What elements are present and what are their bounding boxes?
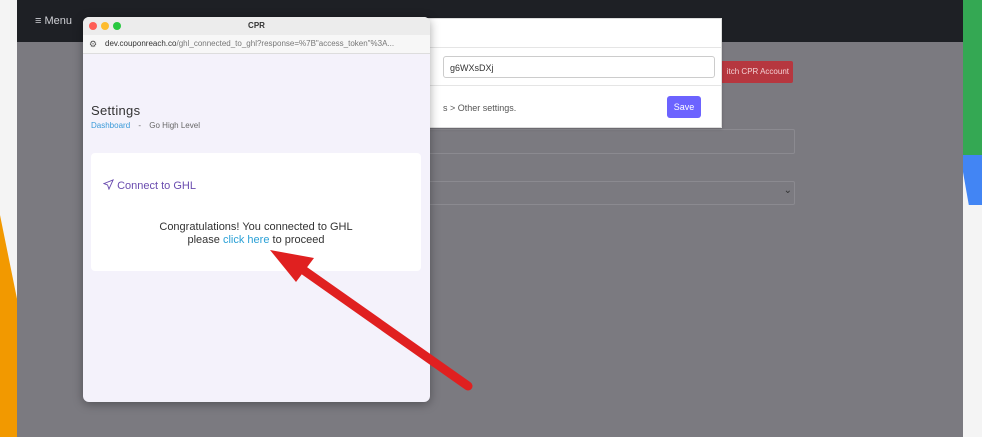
- popup-titlebar: CPR: [83, 17, 430, 35]
- maximize-window-button[interactable]: [113, 22, 121, 30]
- popup-title: CPR: [248, 21, 265, 30]
- site-settings-icon[interactable]: ⚙: [89, 35, 97, 53]
- success-line-2-suffix: to proceed: [269, 234, 325, 246]
- breadcrumb-current: Go High Level: [149, 121, 200, 130]
- breadcrumb-dashboard-link[interactable]: Dashboard: [91, 121, 130, 130]
- card-heading-text: Connect to GHL: [117, 180, 196, 192]
- switch-account-button[interactable]: itch CPR Account: [714, 61, 793, 83]
- address-bar[interactable]: ⚙ dev.couponreach.co/ghl_connected_to_gh…: [83, 35, 430, 54]
- breadcrumb-separator: -: [138, 121, 142, 130]
- popup-window: CPR ⚙ dev.couponreach.co/ghl_connected_t…: [83, 17, 430, 402]
- success-line-1: Congratulations! You connected to GHL: [159, 221, 353, 233]
- success-line-2: please click here to proceed: [91, 234, 421, 247]
- url-path: /ghl_connected_to_ghl?response=%7B"acces…: [176, 39, 395, 48]
- api-key-input[interactable]: g6WXsDXj: [443, 56, 715, 78]
- desktop-wallpaper-orange: [0, 215, 18, 437]
- url-host: dev.couponreach.co: [105, 39, 177, 48]
- chevron-down-icon: ⌄: [783, 185, 792, 196]
- modal-hint-text: s > Other settings.: [443, 103, 517, 113]
- url-text: dev.couponreach.co/ghl_connected_to_ghl?…: [105, 35, 394, 53]
- menu-button[interactable]: ≡ Menu: [35, 15, 72, 27]
- success-line-2-prefix: please: [187, 234, 223, 246]
- breadcrumb: Dashboard - Go High Level: [91, 121, 200, 130]
- success-message: Congratulations! You connected to GHL pl…: [91, 221, 421, 247]
- page-title: Settings: [91, 103, 141, 118]
- send-icon: [102, 179, 114, 193]
- click-here-link[interactable]: click here: [223, 234, 269, 246]
- desktop-wallpaper-blue: [960, 155, 982, 205]
- desktop-wallpaper-green: [960, 0, 982, 160]
- connect-card: Connect to GHL Congratulations! You conn…: [91, 153, 421, 271]
- settings-select[interactable]: ⌄: [427, 181, 795, 205]
- settings-input-field[interactable]: [427, 129, 795, 154]
- card-heading: Connect to GHL: [102, 179, 196, 193]
- save-button[interactable]: Save: [667, 96, 701, 118]
- minimize-window-button[interactable]: [101, 22, 109, 30]
- close-window-button[interactable]: [89, 22, 97, 30]
